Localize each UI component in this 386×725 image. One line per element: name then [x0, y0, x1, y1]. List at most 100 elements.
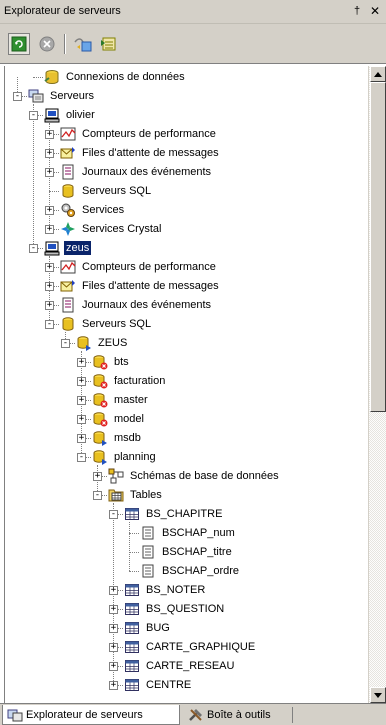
tree-node-label: BS_QUESTION: [146, 603, 225, 615]
refresh-button[interactable]: [8, 33, 30, 55]
collapse-toggle[interactable]: -: [109, 510, 118, 519]
tree-node[interactable]: Services: [60, 201, 126, 219]
tree-node[interactable]: Serveurs SQL: [60, 315, 153, 333]
tree-node[interactable]: Compteurs de performance: [60, 258, 218, 276]
tree-node-label: Services Crystal: [82, 223, 162, 235]
collapse-toggle[interactable]: -: [45, 320, 54, 329]
expand-toggle[interactable]: +: [45, 301, 54, 310]
expand-toggle[interactable]: +: [93, 472, 102, 481]
expand-toggle[interactable]: +: [109, 681, 118, 690]
tree-node-label: BSCHAP_titre: [162, 546, 232, 558]
scroll-thumb[interactable]: [370, 82, 386, 412]
sql-servers-icon: [60, 183, 76, 199]
tree-node[interactable]: zeus: [44, 239, 92, 257]
tree-node[interactable]: Journaux des événements: [60, 296, 213, 314]
collapse-toggle[interactable]: -: [77, 453, 86, 462]
expand-toggle[interactable]: +: [77, 434, 86, 443]
tree-node[interactable]: Files d'attente de messages: [60, 144, 221, 162]
tree-node[interactable]: BS_QUESTION: [124, 600, 226, 618]
expand-toggle[interactable]: +: [109, 643, 118, 652]
tree-node[interactable]: BSCHAP_ordre: [140, 562, 241, 580]
tree-node-label: Files d'attente de messages: [82, 147, 219, 159]
database-error-icon: [92, 392, 108, 408]
tree-node[interactable]: BS_NOTER: [124, 581, 207, 599]
tree-node[interactable]: facturation: [92, 372, 167, 390]
tree-node-label: BS_CHAPITRE: [146, 508, 223, 520]
tree-node-label: BUG: [146, 622, 170, 634]
tree-node[interactable]: msdb: [92, 429, 143, 447]
tree-node[interactable]: ZEUS: [76, 334, 129, 352]
tree-node[interactable]: CARTE_RESEAU: [124, 657, 236, 675]
expand-toggle[interactable]: +: [45, 225, 54, 234]
collapse-toggle[interactable]: -: [93, 491, 102, 500]
tree-node[interactable]: master: [92, 391, 150, 409]
collapse-toggle[interactable]: -: [61, 339, 70, 348]
tree-node-label: Serveurs SQL: [82, 185, 152, 197]
collapse-toggle[interactable]: -: [29, 111, 38, 120]
expand-toggle[interactable]: +: [45, 149, 54, 158]
expand-toggle[interactable]: +: [45, 130, 54, 139]
connect-database-icon: [101, 37, 116, 51]
table-icon: [124, 601, 140, 617]
expand-toggle[interactable]: +: [109, 586, 118, 595]
tree-node[interactable]: BSCHAP_titre: [140, 543, 234, 561]
tree-node[interactable]: planning: [92, 448, 158, 466]
collapse-toggle[interactable]: -: [13, 92, 22, 101]
close-icon[interactable]: ✕: [367, 3, 383, 19]
expand-toggle[interactable]: +: [45, 206, 54, 215]
vertical-scrollbar[interactable]: [368, 66, 386, 703]
tree-node-label: bts: [114, 356, 129, 368]
tree-node[interactable]: bts: [92, 353, 131, 371]
tree-node-label: Schémas de base de données: [130, 470, 279, 482]
scroll-up-button[interactable]: [370, 66, 386, 82]
expand-toggle[interactable]: +: [45, 263, 54, 272]
expand-toggle[interactable]: +: [77, 377, 86, 386]
tree-node[interactable]: model: [92, 410, 146, 428]
tree-node[interactable]: Schémas de base de données: [108, 467, 281, 485]
scroll-down-button[interactable]: [370, 687, 386, 703]
tree-node-label: Journaux des événements: [82, 166, 212, 178]
expand-toggle[interactable]: +: [109, 605, 118, 614]
tree-node[interactable]: Journaux des événements: [60, 163, 213, 181]
tree-node[interactable]: BS_CHAPITRE: [124, 505, 224, 523]
tree-connector-line: [129, 522, 130, 571]
tree-node[interactable]: Serveurs: [28, 87, 96, 105]
tree-node[interactable]: Services Crystal: [60, 220, 163, 238]
expand-toggle[interactable]: +: [109, 662, 118, 671]
tree-node[interactable]: CENTRE: [124, 676, 193, 694]
tab-label: Boîte à outils: [207, 709, 271, 721]
tree-node[interactable]: olivier: [44, 106, 97, 124]
expand-toggle[interactable]: +: [77, 358, 86, 367]
tree-node[interactable]: BSCHAP_num: [140, 524, 237, 542]
expand-toggle[interactable]: +: [77, 396, 86, 405]
pin-icon[interactable]: †: [350, 3, 364, 19]
expand-toggle[interactable]: +: [45, 168, 54, 177]
expand-toggle[interactable]: +: [77, 415, 86, 424]
tab-toolbox[interactable]: Boîte à outils: [184, 705, 290, 725]
collapse-toggle[interactable]: -: [29, 244, 38, 253]
tree-node[interactable]: Files d'attente de messages: [60, 277, 221, 295]
tables-folder-icon: [108, 487, 124, 503]
connect-server-button[interactable]: [72, 33, 94, 55]
tab-server-explorer[interactable]: Explorateur de serveurs: [2, 705, 180, 725]
tree-node[interactable]: Connexions de données: [44, 68, 187, 86]
tree-node[interactable]: CARTE_GRAPHIQUE: [124, 638, 257, 656]
tree-node[interactable]: BUG: [124, 619, 172, 637]
connect-database-button[interactable]: [98, 33, 120, 55]
table-icon: [124, 582, 140, 598]
tree-node-label: BSCHAP_num: [162, 527, 235, 539]
tree-node[interactable]: Compteurs de performance: [60, 125, 218, 143]
tab-label: Explorateur de serveurs: [26, 708, 143, 721]
stop-icon: [39, 36, 55, 52]
tree-node[interactable]: Tables: [108, 486, 164, 504]
refresh-icon: [11, 36, 27, 52]
stop-button[interactable]: [36, 33, 58, 55]
table-icon: [124, 639, 140, 655]
toolbar: [0, 24, 386, 64]
expand-toggle[interactable]: +: [45, 282, 54, 291]
tree-node[interactable]: Serveurs SQL: [60, 182, 153, 200]
services-icon: [60, 202, 76, 218]
server-tree[interactable]: Connexions de données - Serveurs - olivier + C…: [4, 66, 368, 703]
panel-tabs: Explorateur de serveurs Boîte à outils: [0, 703, 386, 725]
expand-toggle[interactable]: +: [109, 624, 118, 633]
